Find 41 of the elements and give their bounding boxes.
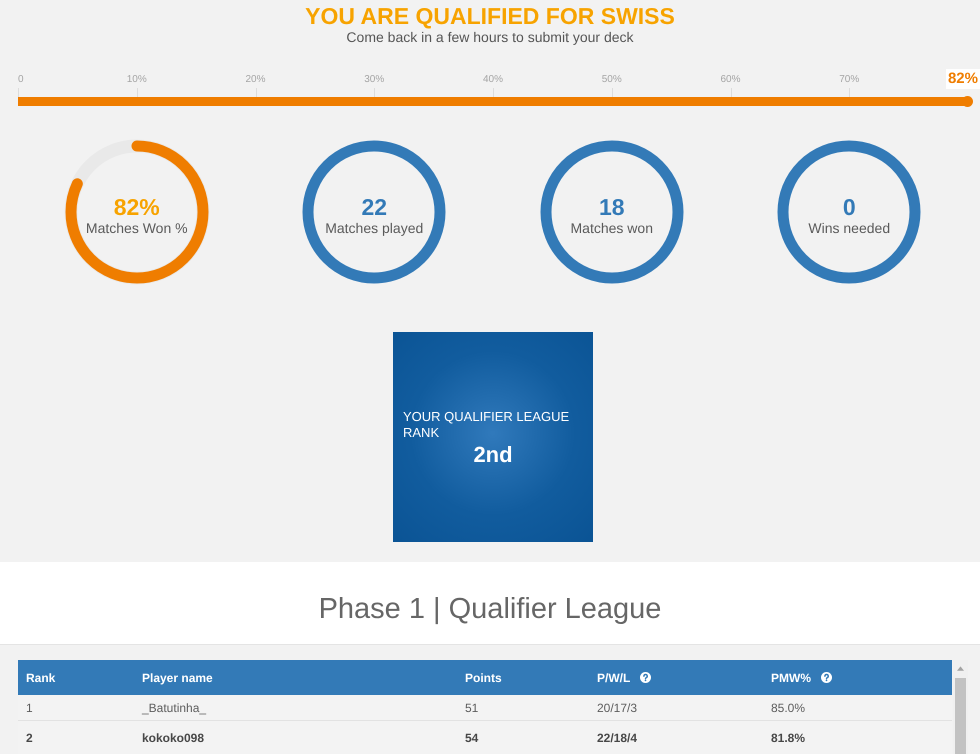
table-cell-text: 81.8%: [770, 730, 806, 744]
stat-label: Matches played: [325, 219, 424, 237]
section-title: Phase 1 | Qualifier League: [318, 592, 662, 627]
table-cell-text: kokoko098: [141, 730, 206, 744]
help-icon[interactable]: [821, 672, 832, 683]
stat-label: Matches won: [570, 219, 653, 237]
tick-label: 40%: [483, 74, 503, 86]
tick-label: 10%: [126, 74, 147, 86]
tick-label: 30%: [364, 74, 384, 86]
tick-label: 70%: [839, 74, 860, 86]
tick-label: 50%: [602, 74, 622, 86]
progress-value-label: 82%: [946, 69, 980, 89]
column-header: Rank: [26, 670, 56, 684]
stat-value: 0: [842, 195, 856, 219]
table-cell-text: 20/17/3: [596, 700, 638, 714]
column-header: Points: [465, 670, 502, 684]
scroll-up-arrow-icon[interactable]: [957, 666, 964, 671]
rank-value: 2nd: [472, 441, 514, 469]
scrollbar-thumb[interactable]: [955, 678, 966, 754]
subtitle: Come back in a few hours to submit your deck: [346, 28, 634, 46]
rank-card-title: YOUR QUALIFIER LEAGUE RANK: [403, 409, 570, 441]
column-header: P/W/L: [597, 670, 630, 684]
table-cell-text: 54: [464, 730, 480, 744]
tick-label: 0: [18, 74, 24, 86]
table-cell-text: 1: [25, 700, 34, 714]
table-cell-text: 51: [464, 700, 480, 714]
tick-label: 60%: [720, 74, 740, 86]
tick-label: 20%: [246, 74, 266, 86]
qualified-title: YOU ARE QUALIFIED FOR SWISS: [305, 4, 675, 28]
table-cell-text: 2: [25, 730, 34, 744]
help-icon[interactable]: [640, 672, 652, 683]
stat-value: 82%: [114, 195, 160, 219]
stat-label: Matches Won %: [86, 219, 188, 237]
table-cell-text: 22/18/4: [596, 730, 638, 744]
column-header: PMW%: [771, 670, 811, 684]
stat-label: Wins needed: [808, 219, 890, 237]
column-header: Player name: [142, 670, 213, 684]
table-cell-text: 85.0%: [770, 700, 806, 714]
stat-value: 18: [598, 195, 625, 219]
table-cell-text: _Batutinha_: [140, 700, 208, 714]
stat-value: 22: [361, 195, 388, 219]
